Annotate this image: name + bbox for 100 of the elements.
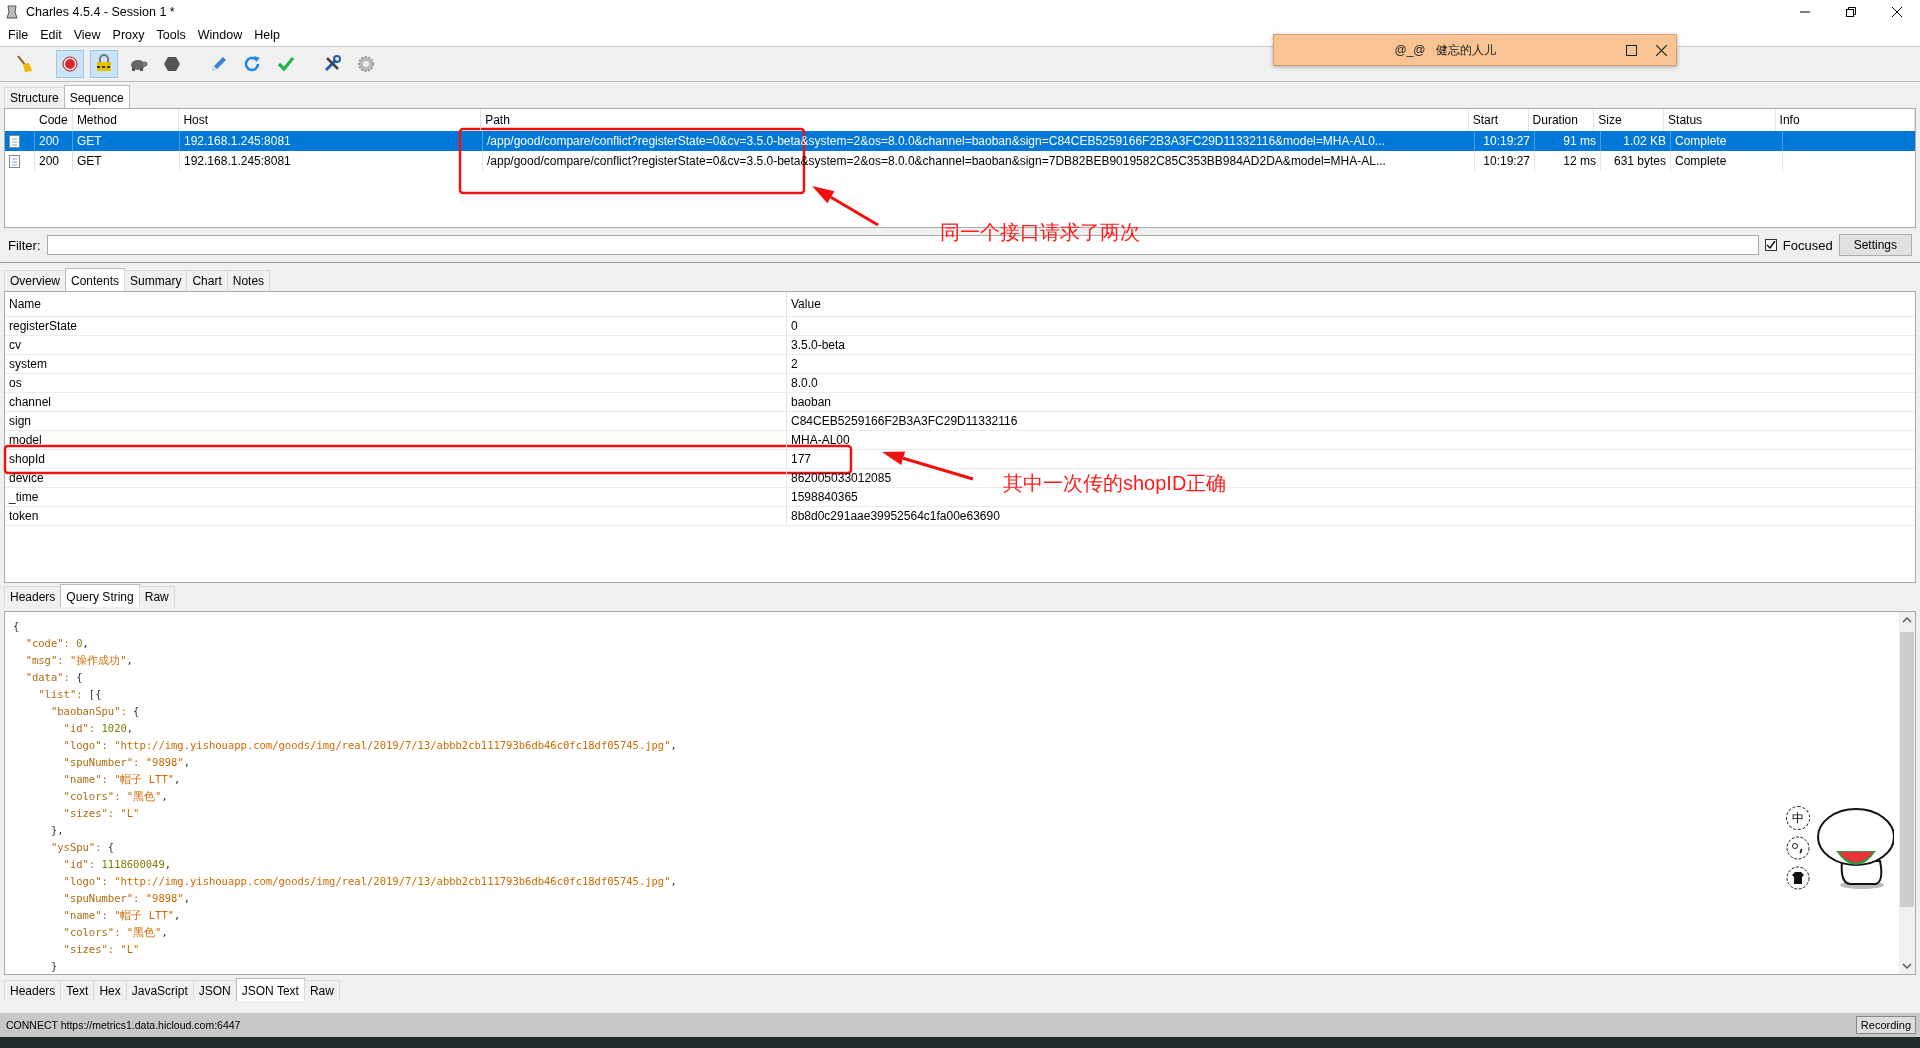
table-cell: GET <box>73 131 180 151</box>
tab[interactable]: Headers <box>4 980 62 1001</box>
menu-item[interactable]: View <box>67 26 107 44</box>
code-line: }, <box>49 823 64 838</box>
code-line: "logo": "http://img.yishouapp.com/goods/img/real/2019/7/13/abbb2cb111793b6db46c0fc18df05745.jpg", <box>62 874 677 889</box>
code-line: } <box>49 959 58 974</box>
table-cell: shopId <box>5 450 787 468</box>
code-line: "spuNumber": "9898", <box>62 755 191 770</box>
tab[interactable]: Headers <box>4 586 62 607</box>
menu-item[interactable]: Window <box>191 26 249 44</box>
tab[interactable]: Structure <box>4 87 65 108</box>
column-header[interactable]: Name <box>5 292 787 316</box>
code-line: "data": { <box>24 670 83 685</box>
annotation-text: 同一个接口请求了两次 <box>940 220 1140 245</box>
document-icon <box>9 154 20 168</box>
code-line: "ysSpu": { <box>49 840 115 855</box>
scrollbar[interactable] <box>1899 612 1915 974</box>
document-icon <box>9 134 20 148</box>
window-title: Charles 4.5.4 - Session 1 * <box>26 5 176 19</box>
table-cell: 10:19:27 <box>1475 151 1535 171</box>
tab[interactable]: JavaScript <box>125 980 194 1001</box>
filter-label: Filter: <box>8 237 41 253</box>
table-cell-text: MHA-AL00 <box>790 433 850 447</box>
table-cell-text: 1598840365 <box>790 490 858 504</box>
table-cell-text: 0 <box>790 319 798 333</box>
tab[interactable]: JSON Text <box>235 978 305 1001</box>
recording-indicator: Recording <box>1855 1016 1916 1034</box>
tab[interactable]: Overview <box>4 270 66 291</box>
tab[interactable]: Contents <box>65 268 126 291</box>
table-cell: _time <box>5 488 787 506</box>
code-line: "name": "帽子 LTT", <box>62 772 181 787</box>
app-icon <box>6 5 18 19</box>
table-cell: system <box>5 355 787 373</box>
table-cell: 91 ms <box>1535 131 1601 151</box>
table-cell-text: 2 <box>790 357 798 371</box>
tab[interactable]: Sequence <box>63 85 130 108</box>
table-cell: cv <box>5 336 787 354</box>
gear-icon <box>355 53 377 75</box>
table-cell: 192.168.1.245:8081 <box>180 131 483 151</box>
table-cell: registerState <box>5 317 787 335</box>
menu-item[interactable]: File <box>2 26 35 44</box>
menu-item[interactable]: Proxy <box>106 26 151 44</box>
punctuation-icon[interactable] <box>1786 836 1810 860</box>
table-cell-text: 177 <box>790 452 812 466</box>
toolbar-button[interactable] <box>56 50 84 78</box>
table-cell: 631 bytes <box>1601 151 1671 171</box>
code-line: "code": 0, <box>24 636 89 651</box>
code-line: "spuNumber": "9898", <box>62 891 191 906</box>
maximize-icon[interactable] <box>1625 44 1637 56</box>
table-cell: os <box>5 374 787 392</box>
toolbar-button[interactable] <box>90 50 118 78</box>
code-line: "name": "帽子 LTT", <box>62 908 181 923</box>
status-message: CONNECT https://metrics1.data.hicloud.com:6447 <box>6 1019 242 1031</box>
table-cell: Complete <box>1671 131 1783 151</box>
table-cell: 1.02 KB <box>1601 131 1671 151</box>
code-line: "logo": "http://img.yishouapp.com/goods/img/real/2019/7/13/abbb2cb111793b6db46c0fc18df05745.jpg", <box>62 738 677 753</box>
focused-checkbox[interactable] <box>1764 239 1777 251</box>
table-cell: device <box>5 469 787 487</box>
code-line: "list": [{ <box>37 687 102 702</box>
table-cell: channel <box>5 393 787 411</box>
code-line: "id": 1118600049, <box>62 857 172 872</box>
table-cell-text: C84CEB5259166F2B3A3FC29D11332116 <box>790 414 1018 428</box>
column-header[interactable]: Value <box>787 297 821 311</box>
tab[interactable]: Query String <box>60 584 140 607</box>
code-line: { <box>13 619 20 634</box>
tab[interactable]: Raw <box>303 980 340 1001</box>
table-cell: Complete <box>1671 151 1783 171</box>
code-line: "colors": "黑色", <box>62 789 168 804</box>
code-line: "sizes": "L" <box>62 942 140 957</box>
table-cell-text: 3.5.0-beta <box>790 338 846 352</box>
table-cell: 12 ms <box>1535 151 1601 171</box>
menu-item[interactable]: Tools <box>150 26 192 44</box>
code-line: "colors": "黑色", <box>62 925 168 940</box>
table-cell-text: 8.0.0 <box>790 376 818 390</box>
table-cell: 200 <box>35 131 73 151</box>
menu-item[interactable]: Edit <box>34 26 68 44</box>
table-cell: sign <box>5 412 787 430</box>
table-cell-text: 862005033012085 <box>790 471 892 485</box>
floating-window-title: @_@ 健忘的人儿 <box>1393 41 1497 59</box>
code-line: "id": 1020, <box>62 721 134 736</box>
table-cell: 200 <box>35 151 73 171</box>
code-line: "baobanSpu": { <box>49 704 140 719</box>
table-cell: GET <box>73 151 180 171</box>
annotation-arrow <box>812 186 879 227</box>
tab[interactable]: Raw <box>138 586 175 607</box>
tab[interactable]: Notes <box>226 270 271 291</box>
tab[interactable]: Summary <box>124 270 188 291</box>
record-icon <box>59 53 81 75</box>
table-cell-text: 8b8d0c291aae39952564c1fa00e63690 <box>790 509 1000 523</box>
checkbox-label: Focused <box>1782 237 1833 253</box>
annotation-text: 其中一次传的shopID正确 <box>1003 471 1227 496</box>
table-cell-text: baoban <box>790 395 832 409</box>
shirt-icon[interactable] <box>1786 866 1810 890</box>
settings-button[interactable]: Settings <box>1838 234 1912 256</box>
menu-item[interactable]: Help <box>248 26 286 44</box>
table-cell: 10:19:27 <box>1475 131 1535 151</box>
table-cell: token <box>5 507 787 525</box>
code-line: "msg": "操作成功", <box>24 653 133 668</box>
table-cell: model <box>5 431 787 449</box>
close-icon[interactable] <box>1655 44 1667 56</box>
